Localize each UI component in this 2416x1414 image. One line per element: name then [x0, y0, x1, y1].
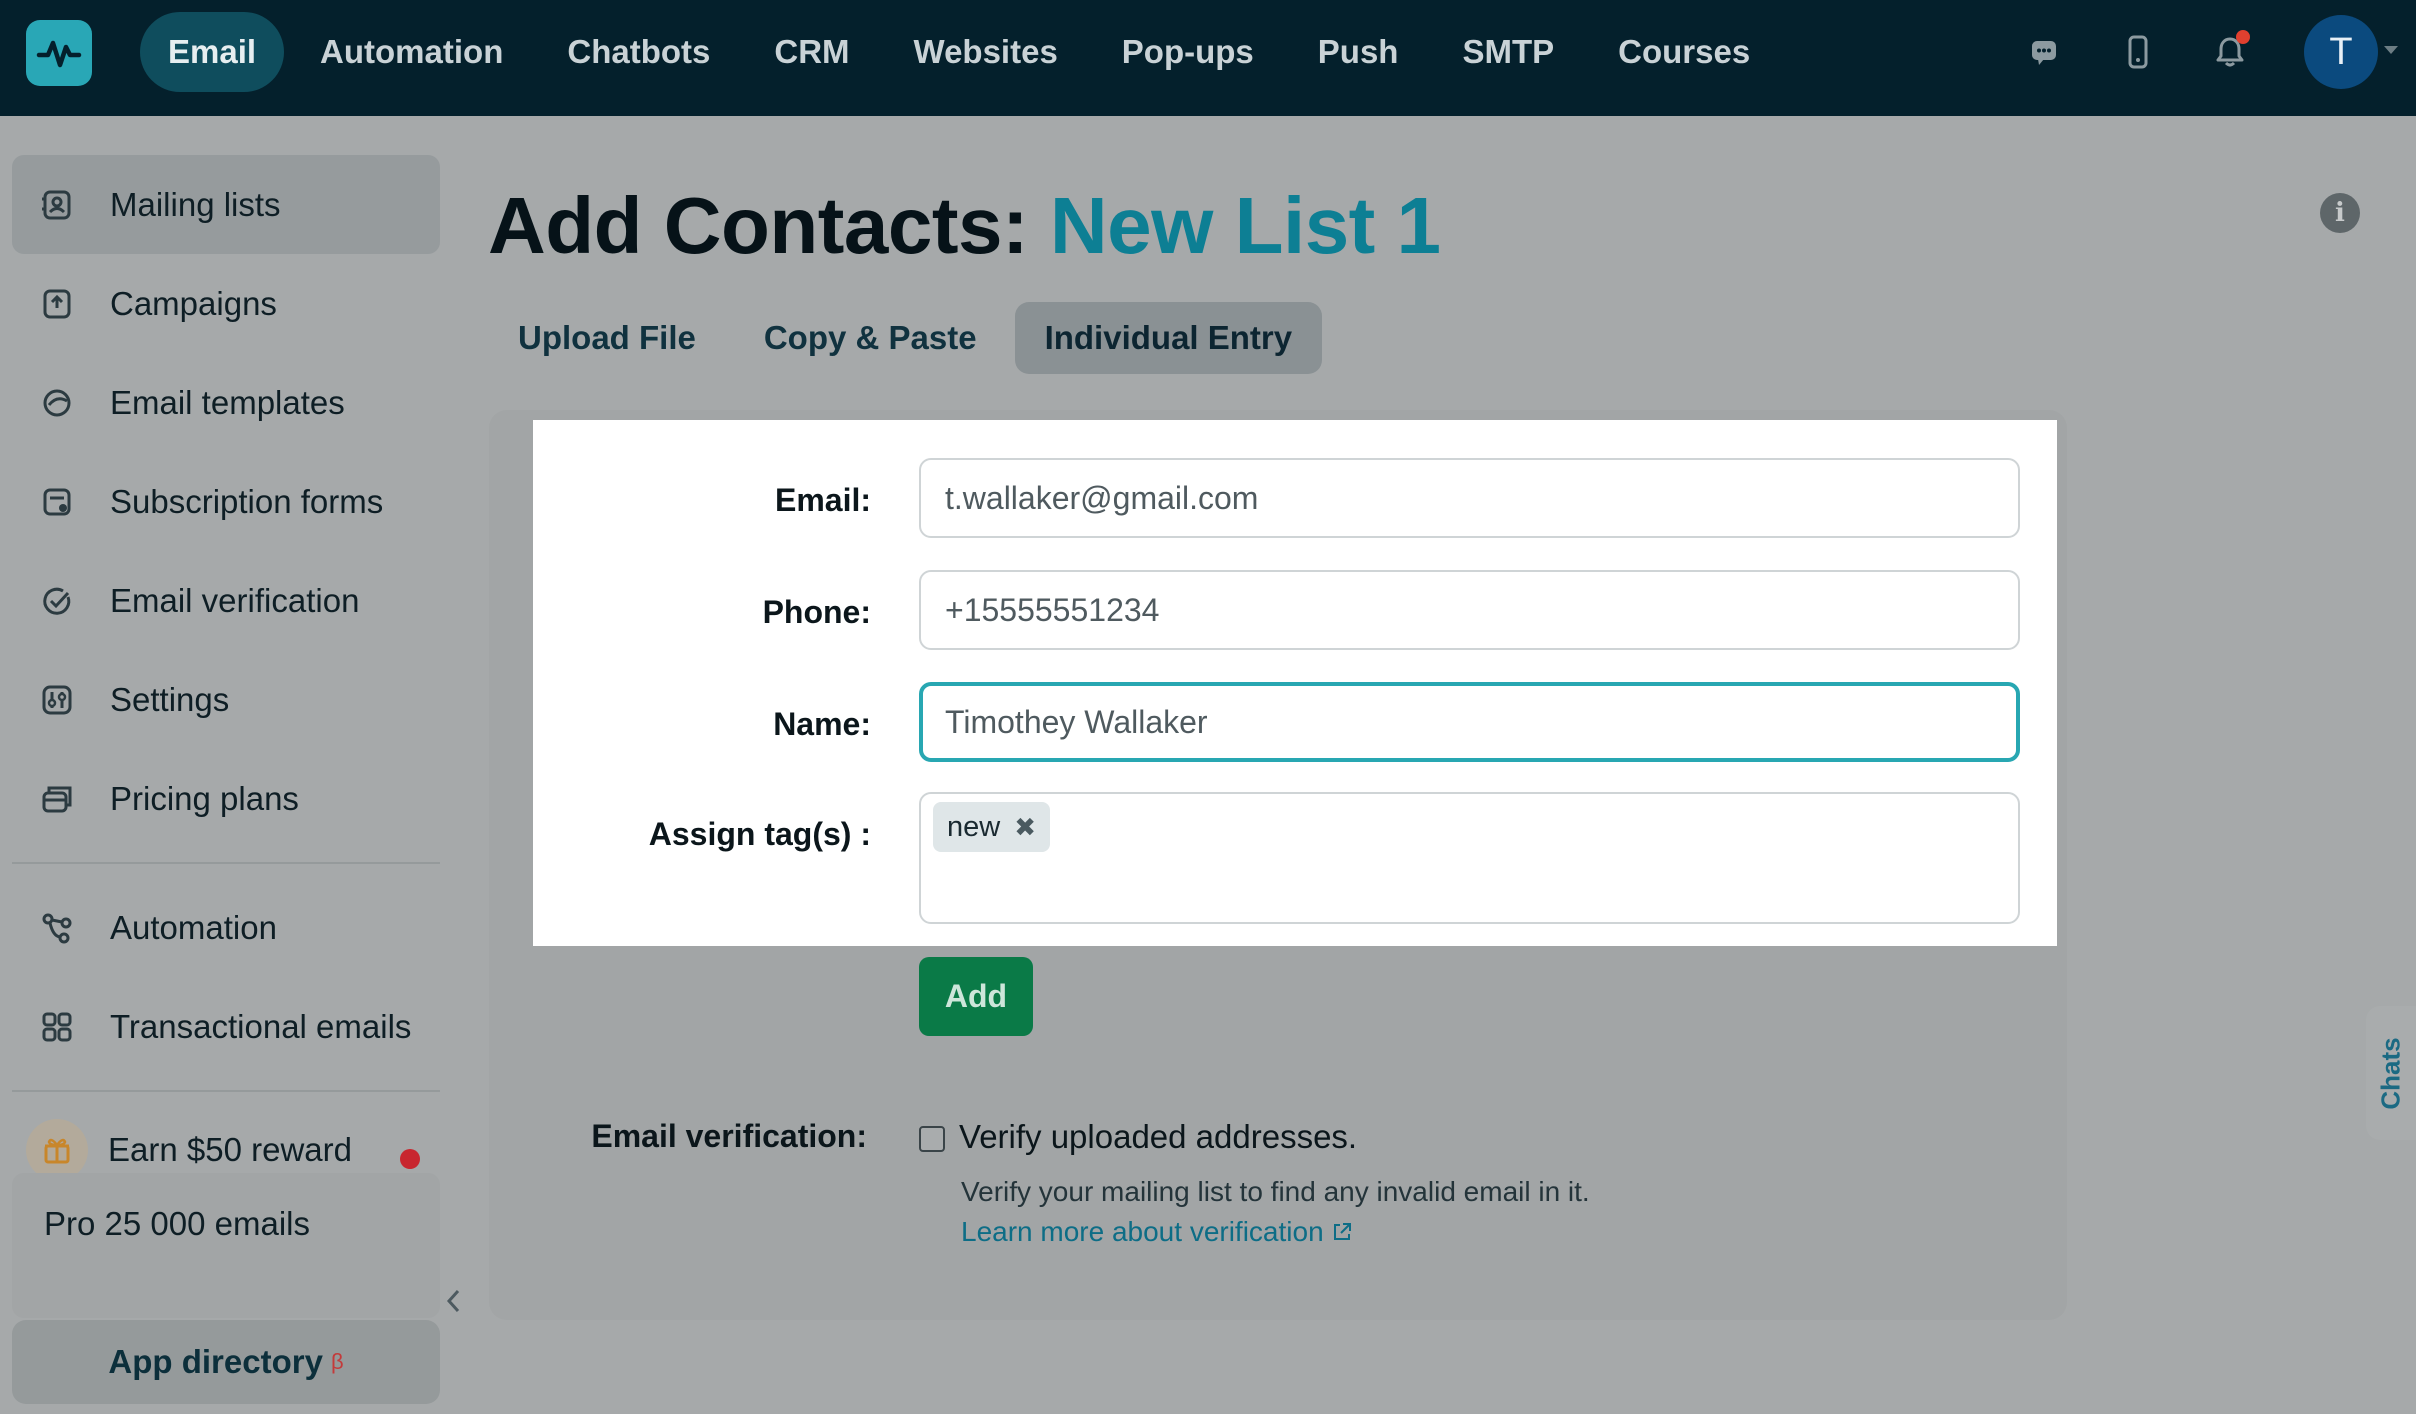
learn-more-link[interactable]: Learn more about verification — [961, 1216, 1352, 1248]
nav-chatbots[interactable]: Chatbots — [539, 12, 738, 92]
sidebar-item-settings[interactable]: Settings — [12, 650, 440, 749]
sidebar-item-mailing-lists[interactable]: Mailing lists — [12, 155, 440, 254]
app-logo[interactable] — [26, 20, 92, 86]
contacts-icon — [40, 188, 74, 222]
notification-dot — [2236, 30, 2250, 44]
nav-automation[interactable]: Automation — [292, 12, 531, 92]
verify-checkbox[interactable] — [919, 1126, 945, 1152]
sidebar-item-transactional-emails[interactable]: Transactional emails — [12, 977, 440, 1076]
sidebar-item-campaigns[interactable]: Campaigns — [12, 254, 440, 353]
top-navigation-bar: Email Automation Chatbots CRM Websites P… — [0, 0, 2416, 116]
collapse-sidebar-icon[interactable] — [442, 1286, 466, 1316]
template-icon — [40, 386, 74, 420]
grid-icon — [40, 1010, 74, 1044]
pricing-icon — [40, 782, 74, 816]
phone-field[interactable]: +15555551234 — [919, 570, 2020, 650]
app-directory-label: App directory — [108, 1343, 323, 1380]
sidebar-divider — [12, 1090, 440, 1092]
email-field[interactable]: t.wallaker@gmail.com — [919, 458, 2020, 538]
name-field[interactable]: Timothey Wallaker — [919, 682, 2020, 762]
nav-courses[interactable]: Courses — [1590, 12, 1778, 92]
app-directory-button[interactable]: App directory β — [12, 1320, 440, 1404]
chevron-down-icon[interactable] — [2384, 46, 2398, 54]
nav-push[interactable]: Push — [1290, 12, 1427, 92]
sidebar-item-label: Earn $50 reward — [108, 1131, 352, 1168]
sidebar-item-label: Email verification — [110, 581, 360, 619]
page-title-prefix: Add Contacts: — [488, 181, 1050, 270]
nav-crm[interactable]: CRM — [746, 12, 877, 92]
sidebar-item-automation[interactable]: Automation — [12, 878, 440, 977]
add-button[interactable]: Add — [919, 957, 1033, 1036]
sidebar-item-label: Email templates — [110, 383, 345, 421]
settings-icon — [40, 683, 74, 717]
mobile-icon[interactable] — [2116, 30, 2160, 74]
verify-checkbox-label[interactable]: Verify uploaded addresses. — [959, 1118, 1357, 1156]
sidebar-item-subscription-forms[interactable]: Subscription forms — [12, 452, 440, 551]
pulse-logo-icon — [36, 40, 82, 68]
email-verification-label: Email verification: — [591, 1118, 867, 1154]
form-icon — [40, 485, 74, 519]
nav-smtp[interactable]: SMTP — [1434, 12, 1582, 92]
main-nav: Email Automation Chatbots CRM Websites P… — [140, 12, 1778, 92]
tag-chip: new ✖ — [933, 802, 1050, 852]
tab-copy-paste[interactable]: Copy & Paste — [734, 302, 1007, 374]
sidebar: Mailing lists Campaigns Email templates … — [12, 155, 440, 1194]
name-value: Timothey Wallaker — [945, 703, 1208, 740]
tag-label: new — [947, 810, 1001, 843]
entry-mode-tabs: Upload File Copy & Paste Individual Entr… — [488, 302, 1323, 374]
sidebar-item-label: Settings — [110, 680, 230, 718]
phone-label: Phone: — [762, 594, 871, 630]
avatar[interactable]: T — [2304, 15, 2378, 89]
verify-help-text: Verify your mailing list to find any inv… — [961, 1176, 1590, 1207]
current-plan-card[interactable]: Pro 25 000 emails — [12, 1173, 440, 1318]
plan-label: Pro 25 000 emails — [44, 1205, 310, 1242]
sidebar-item-label: Automation — [110, 908, 277, 946]
nav-popups[interactable]: Pop-ups — [1094, 12, 1282, 92]
sidebar-item-email-templates[interactable]: Email templates — [12, 353, 440, 452]
sidebar-divider — [12, 862, 440, 864]
campaign-icon — [40, 287, 74, 321]
learn-more-label: Learn more about verification — [961, 1216, 1324, 1247]
verify-icon — [40, 584, 74, 618]
nav-email[interactable]: Email — [140, 12, 285, 92]
phone-value: +15555551234 — [945, 591, 1160, 628]
nav-websites[interactable]: Websites — [886, 12, 1086, 92]
list-name: New List 1 — [1049, 181, 1441, 270]
reward-notification-dot — [400, 1149, 420, 1169]
sidebar-item-email-verification[interactable]: Email verification — [12, 551, 440, 650]
sidebar-item-label: Pricing plans — [110, 779, 299, 817]
tags-label: Assign tag(s) : — [648, 816, 871, 852]
chats-label: Chats — [2375, 1036, 2406, 1110]
tab-upload-file[interactable]: Upload File — [488, 302, 726, 374]
bell-icon[interactable] — [2208, 30, 2252, 74]
sidebar-item-pricing-plans[interactable]: Pricing plans — [12, 749, 440, 848]
page-title: Add Contacts: New List 1 — [488, 180, 1441, 272]
sidebar-item-label: Mailing lists — [110, 185, 281, 223]
sidebar-item-label: Transactional emails — [110, 1007, 412, 1045]
gift-icon — [26, 1119, 88, 1181]
tags-input[interactable]: new ✖ — [919, 792, 2020, 924]
sidebar-item-label: Campaigns — [110, 284, 277, 322]
email-value: t.wallaker@gmail.com — [945, 479, 1259, 516]
remove-tag-icon[interactable]: ✖ — [1014, 812, 1036, 843]
chat-icon[interactable] — [2022, 30, 2066, 74]
name-label: Name: — [773, 706, 871, 742]
chats-side-tab[interactable]: Chats — [2366, 1006, 2416, 1140]
beta-badge: β — [330, 1349, 344, 1374]
tab-individual-entry[interactable]: Individual Entry — [1014, 302, 1323, 374]
info-icon[interactable]: i — [2320, 193, 2360, 233]
automation-icon — [40, 911, 74, 945]
sidebar-item-label: Subscription forms — [110, 482, 384, 520]
external-link-icon — [1333, 1223, 1351, 1240]
email-label: Email: — [774, 482, 871, 518]
